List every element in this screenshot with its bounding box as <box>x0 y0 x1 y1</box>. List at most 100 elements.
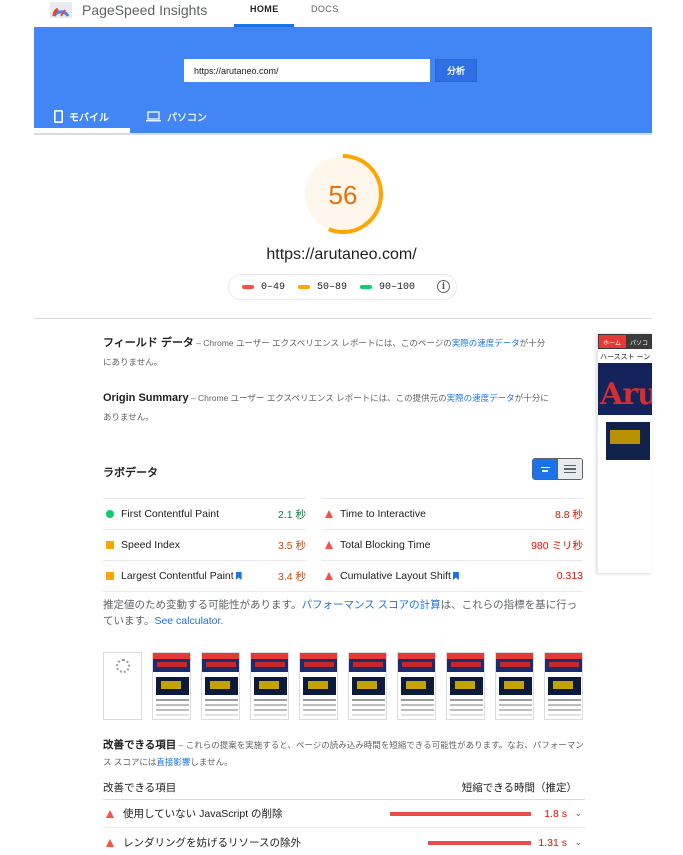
pass-circle-icon <box>106 510 114 518</box>
opportunity-row[interactable]: 使用していない JavaScript の削除 1.8 s ⌄ <box>103 800 585 828</box>
average-square-icon <box>106 541 114 549</box>
opportunities-desc-suffix: しません。 <box>190 757 233 767</box>
tab-desktop[interactable]: パソコン <box>146 109 207 124</box>
origin-summary-section: Origin Summary – Chrome ユーザー エクスペリエンス レポ… <box>103 388 553 426</box>
lab-data-title: ラボデータ <box>103 467 158 479</box>
preview-home-tab: ホーム <box>599 335 626 348</box>
savings-value: 1.8 s <box>544 807 567 820</box>
legend-item-average: 50–89 <box>298 282 347 293</box>
metric-label: Total Blocking Time <box>340 539 431 551</box>
opportunities-section: 改善できる項目 – これらの提案を実施すると、ページの読み込み時間を短縮できる可… <box>103 737 585 771</box>
info-icon[interactable]: i <box>437 280 450 293</box>
metric-speed-index: Speed Index 3.5 秒 <box>103 529 306 560</box>
opportunity-label: 使用していない JavaScript の削除 <box>123 808 283 820</box>
section-divider <box>34 318 652 319</box>
filmstrip-frame <box>201 652 240 720</box>
origin-summary-link[interactable]: 実際の速度データ <box>447 393 515 403</box>
metric-cls: Cumulative Layout Shift 0.313 <box>322 560 583 591</box>
expanded-view-icon[interactable] <box>557 459 582 479</box>
top-bar: PageSpeed Insights HOME DOCS <box>0 0 683 27</box>
direct-impact-link[interactable]: 直接影響 <box>156 757 190 767</box>
savings-bar <box>390 812 531 816</box>
loading-spinner-icon <box>116 659 130 673</box>
tab-mobile[interactable]: モバイル <box>54 109 109 124</box>
legend-swatch-poor <box>242 285 254 289</box>
tab-desktop-label: パソコン <box>167 113 207 124</box>
nav-docs-tab[interactable]: DOCS <box>311 4 339 14</box>
nav-home-tab[interactable]: HOME <box>250 4 279 14</box>
savings-bar <box>428 841 531 845</box>
metric-tti: Time to Interactive 8.8 秒 <box>322 498 583 529</box>
laptop-icon <box>146 111 161 122</box>
field-data-section: フィールド データ – Chrome ユーザー エクスペリエンス レポートには、… <box>103 333 553 371</box>
score-calc-link[interactable]: パフォーマンス スコアの計算 <box>301 599 440 611</box>
filmstrip-frame <box>495 652 534 720</box>
calculator-link[interactable]: See calculator. <box>154 615 223 627</box>
opportunity-label: レンダリングを妨げるリソースの除外 <box>123 837 301 849</box>
legend-label-good: 90–100 <box>379 281 416 293</box>
header-divider <box>34 133 652 135</box>
origin-summary-desc: – Chrome ユーザー エクスペリエンス レポートには、この提供元の <box>188 393 447 403</box>
filmstrip-frame <box>299 652 338 720</box>
preview-thumbnail <box>606 422 650 460</box>
metric-lcp: Largest Contentful Paint 3.4 秒 <box>103 560 306 591</box>
filmstrip-frame <box>152 652 191 720</box>
hero-header: 分析 モバイル パソコン <box>34 27 652 133</box>
smartphone-icon <box>54 110 63 123</box>
filmstrip-frame <box>544 652 583 720</box>
metric-tbt: Total Blocking Time 980 ミリ秒 <box>322 529 583 560</box>
analyze-button[interactable]: 分析 <box>435 59 477 82</box>
brand-name[interactable]: PageSpeed Insights <box>82 2 207 18</box>
opportunities-title: 改善できる項目 <box>103 739 177 751</box>
metric-label: Speed Index <box>121 539 180 551</box>
metric-label: Cumulative Layout Shift <box>340 570 451 582</box>
legend-item-good: 90–100 <box>360 282 415 293</box>
legend-label-poor: 0–49 <box>261 281 286 293</box>
metric-label: First Contentful Paint <box>121 508 220 520</box>
fail-triangle-icon <box>325 572 333 580</box>
tested-url: https://arutaneo.com/ <box>266 246 417 263</box>
metrics-view-toggle[interactable] <box>532 458 583 480</box>
filmstrip-frame <box>250 652 289 720</box>
tab-mobile-label: モバイル <box>69 113 109 124</box>
bookmark-icon[interactable] <box>452 572 459 580</box>
chevron-down-icon[interactable]: ⌄ <box>574 837 582 848</box>
bookmark-icon[interactable] <box>235 572 242 580</box>
metric-value: 3.4 秒 <box>277 570 306 583</box>
metric-value: 8.8 秒 <box>554 508 583 521</box>
metric-value: 3.5 秒 <box>277 539 306 552</box>
fail-triangle-icon <box>106 809 114 818</box>
origin-summary-title: Origin Summary <box>103 392 189 404</box>
page-screenshot-preview: ホーム パソコ ハーススト ーン Aru <box>597 333 652 573</box>
performance-score: 56 <box>328 180 358 210</box>
compact-view-icon[interactable] <box>533 459 558 479</box>
metric-label: Largest Contentful Paint <box>121 570 234 582</box>
legend-label-average: 50–89 <box>317 281 348 293</box>
opportunities-header: 改善できる項目 短縮できる時間（推定） <box>103 780 585 800</box>
legend-swatch-good <box>360 285 373 289</box>
field-data-desc: – Chrome ユーザー エクスペリエンス レポートには、このページの <box>193 338 452 348</box>
opportunity-row[interactable]: レンダリングを妨げるリソースの除外 1.31 s ⌄ <box>103 829 585 855</box>
filmstrip-frame <box>103 652 142 720</box>
preview-pc-tab: パソコ <box>630 341 649 347</box>
note-text: 推定値のため変動する可能性があります。 <box>103 599 302 611</box>
chevron-down-icon[interactable]: ⌄ <box>574 808 582 819</box>
preview-subtitle: ハーススト ーン <box>598 349 652 363</box>
filmstrip <box>103 652 583 720</box>
fail-triangle-icon <box>325 541 333 549</box>
metric-value: 2.1 秒 <box>277 508 306 521</box>
url-input[interactable] <box>184 59 430 82</box>
fail-triangle-icon <box>325 510 333 518</box>
field-data-link[interactable]: 実際の速度データ <box>452 338 520 348</box>
pagespeed-logo-icon <box>50 2 72 18</box>
col-savings-header: 短縮できる時間（推定） <box>461 782 577 794</box>
average-square-icon <box>106 572 114 580</box>
col-item-header: 改善できる項目 <box>103 782 177 794</box>
estimate-note: 推定値のため変動する可能性があります。パフォーマンス スコアの計算は、これらの指… <box>103 597 585 629</box>
field-data-title: フィールド データ <box>103 337 194 349</box>
legend-swatch-average <box>298 285 311 289</box>
savings-value: 1.31 s <box>538 836 567 849</box>
filmstrip-frame <box>446 652 485 720</box>
fail-triangle-icon <box>106 838 114 847</box>
preview-banner-text: Aru <box>600 377 652 412</box>
